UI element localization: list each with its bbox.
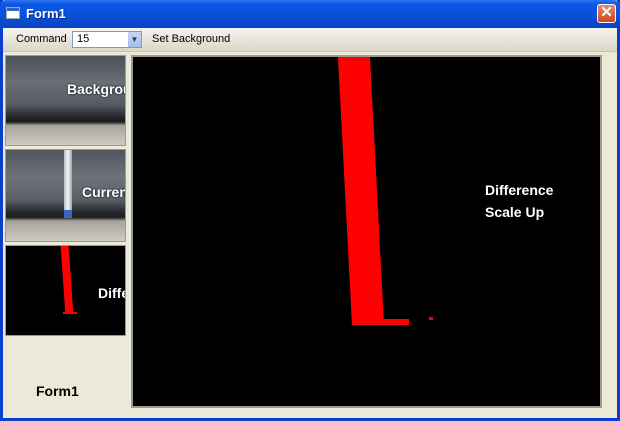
command-label: Command	[16, 33, 67, 45]
set-background-button[interactable]: Set Background	[152, 33, 230, 45]
difference-blob	[60, 246, 74, 314]
command-combobox[interactable]: 15 ▼	[72, 31, 142, 48]
current-caption: Current	[82, 184, 125, 200]
form-label: Form1	[36, 383, 79, 399]
background-caption: Background	[67, 81, 125, 97]
title-bar[interactable]: Form1 ✕	[0, 0, 620, 28]
scale-up-caption-line1: Difference	[485, 182, 554, 198]
current-thumbnail: Current	[5, 149, 126, 242]
window-title: Form1	[26, 6, 66, 21]
pole-object	[64, 150, 72, 216]
difference-blob-large-base	[359, 319, 409, 325]
chevron-down-icon[interactable]: ▼	[128, 32, 141, 47]
difference-scale-up-view: Difference Scale Up	[131, 55, 602, 408]
difference-caption: Difference	[98, 285, 125, 301]
difference-blob-large	[337, 57, 384, 325]
toolbar: Command 15 ▼ Set Background	[3, 28, 617, 52]
command-value[interactable]: 15	[77, 33, 89, 45]
difference-thumbnail: Difference	[5, 245, 126, 336]
close-button[interactable]: ✕	[597, 4, 616, 23]
difference-speck	[429, 317, 433, 320]
difference-blob-base	[63, 312, 77, 314]
pole-base	[64, 210, 72, 218]
background-thumbnail: Background	[5, 55, 126, 146]
scale-up-caption-line2: Scale Up	[485, 204, 545, 220]
scale-up-caption: Difference Scale Up	[485, 179, 553, 223]
form-app-icon	[6, 7, 20, 19]
